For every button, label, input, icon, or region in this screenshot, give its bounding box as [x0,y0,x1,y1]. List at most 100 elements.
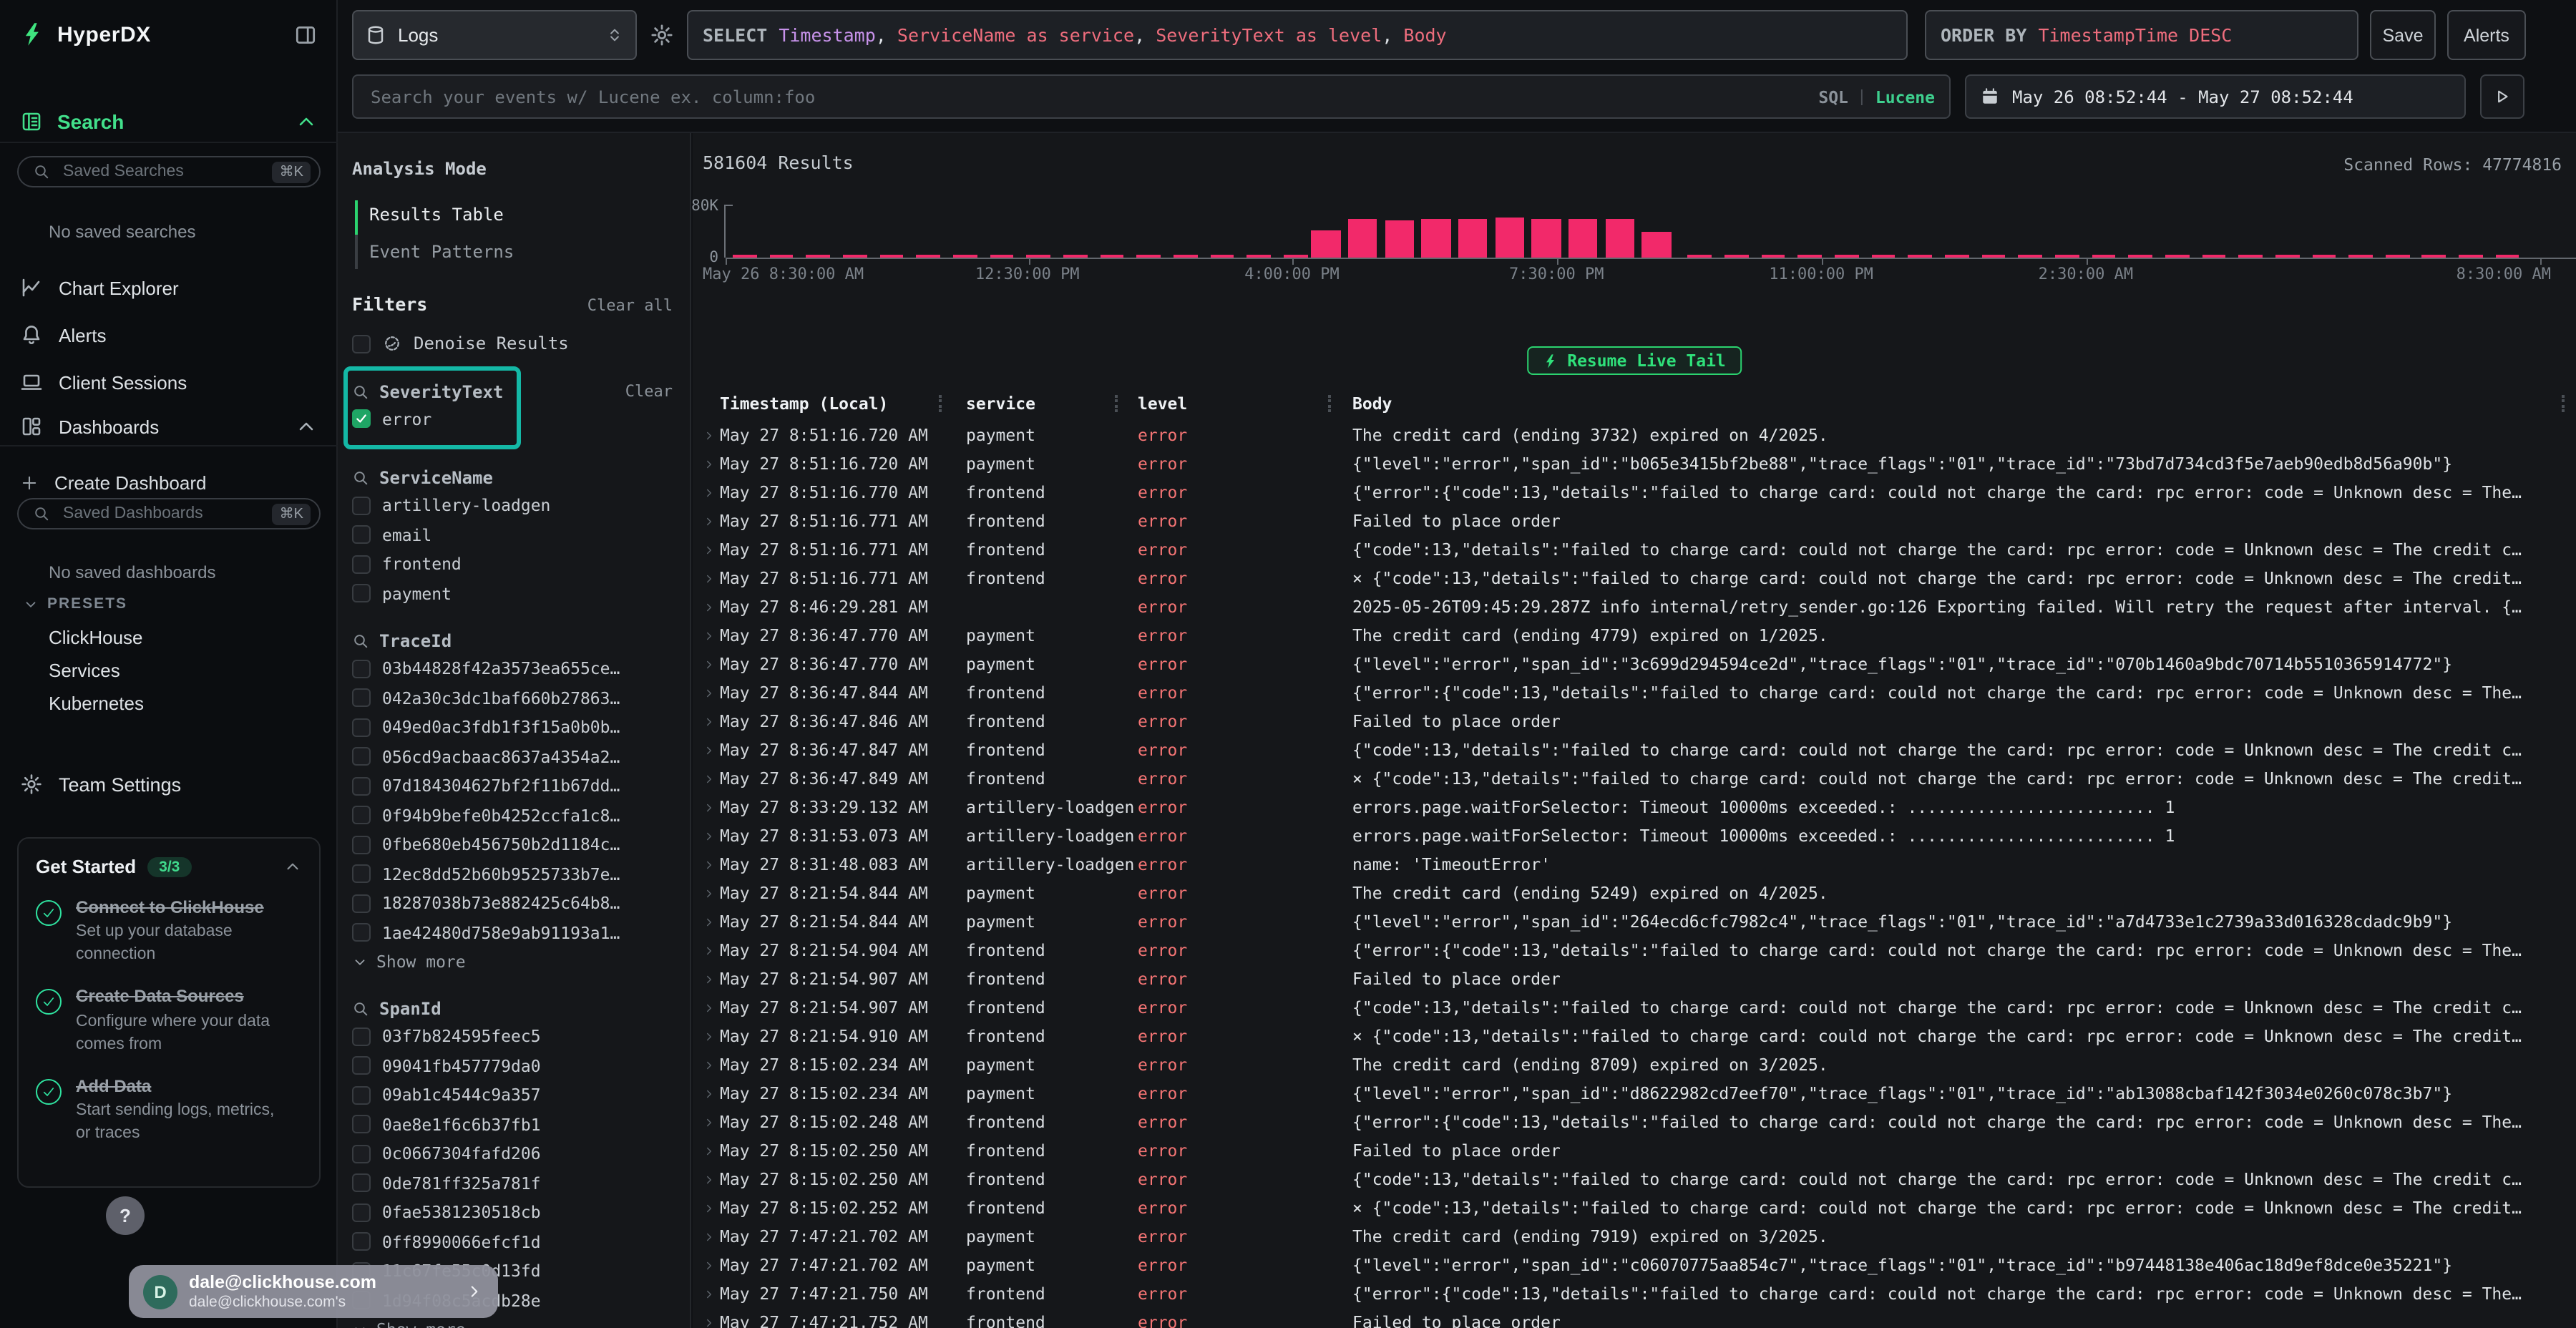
table-row[interactable]: May 27 8:15:02.250 AMfrontenderrorFailed… [693,1136,2576,1165]
event-search-input[interactable]: SQL | Lucene [352,74,1951,119]
row-expand-chevron-icon[interactable] [703,449,720,478]
get-started-item[interactable]: Create Data SourcesConfigure where your … [36,985,302,1056]
table-row[interactable]: May 27 7:47:21.750 AMfrontenderror{"erro… [693,1279,2576,1308]
table-row[interactable]: May 27 7:47:21.702 AMpaymenterror{"level… [693,1251,2576,1279]
filter-option[interactable]: error [352,404,673,434]
row-expand-chevron-icon[interactable] [703,821,720,850]
chevron-up-icon[interactable] [295,415,318,438]
row-expand-chevron-icon[interactable] [703,879,720,907]
col-timestamp[interactable]: Timestamp (Local) [720,389,966,418]
row-expand-chevron-icon[interactable] [703,1251,720,1279]
col-level[interactable]: level [1138,389,1352,418]
filter-checkbox[interactable] [352,1027,371,1046]
preset-item-clickhouse[interactable]: ClickHouse [49,627,143,648]
row-expand-chevron-icon[interactable] [703,621,720,650]
saved-dashboards-input[interactable]: ⌘K [17,498,321,529]
row-expand-chevron-icon[interactable] [703,1308,720,1328]
table-row[interactable]: May 27 8:21:54.844 AMpaymenterrorThe cre… [693,879,2576,907]
row-expand-chevron-icon[interactable] [703,535,720,564]
filter-option[interactable]: 0f94b9befe0b4252ccfa1c8… [352,801,673,830]
row-expand-chevron-icon[interactable] [703,1079,720,1108]
col-service[interactable]: service [966,389,1138,418]
select-query-input[interactable]: SELECT Timestamp, ServiceName as service… [687,10,1908,60]
preset-item-kubernetes[interactable]: Kubernetes [49,693,144,714]
table-row[interactable]: May 27 8:21:54.904 AMfrontenderror{"erro… [693,936,2576,965]
sidebar-item-chart-explorer[interactable]: Chart Explorer [0,266,338,309]
filter-option[interactable]: 0ae8e1f6c6b37fb1 [352,1110,673,1139]
show-more-button[interactable]: Show more [352,947,673,976]
row-expand-chevron-icon[interactable] [703,1165,720,1193]
filter-checkbox[interactable] [352,1115,371,1134]
column-resize-handle[interactable] [939,395,942,412]
filter-checkbox[interactable] [352,1233,371,1251]
filter-checkbox[interactable] [352,865,371,884]
row-expand-chevron-icon[interactable] [703,965,720,993]
table-row[interactable]: May 27 8:36:47.849 AMfrontenderror× {"co… [693,764,2576,793]
filter-option[interactable]: 1ae42480d758e9ab91193a1… [352,918,673,947]
row-expand-chevron-icon[interactable] [703,993,720,1022]
filter-checkbox[interactable] [352,894,371,913]
row-expand-chevron-icon[interactable] [703,1136,720,1165]
sql-mode-toggle[interactable]: SQL [1818,87,1848,107]
table-row[interactable]: May 27 8:36:47.846 AMfrontenderrorFailed… [693,707,2576,736]
source-settings-gear-icon[interactable] [650,23,674,47]
row-expand-chevron-icon[interactable] [703,421,720,449]
get-started-item[interactable]: Add DataStart sending logs, metrics, or … [36,1075,302,1146]
run-query-button[interactable] [2480,74,2524,119]
sidebar-item-dashboards[interactable]: Dashboards [0,405,338,448]
column-resize-handle[interactable] [2562,395,2565,412]
filter-option[interactable]: frontend [352,550,673,579]
filter-option[interactable]: 0de781ff325a781f [352,1168,673,1198]
table-row[interactable]: May 27 8:51:16.771 AMfrontenderror× {"co… [693,564,2576,592]
table-row[interactable]: May 27 8:36:47.770 AMpaymenterrorThe cre… [693,621,2576,650]
sidebar-item-alerts[interactable]: Alerts [0,313,338,356]
filter-checkbox[interactable] [352,1174,371,1193]
filter-option[interactable]: 042a30c3dc1baf660b27863… [352,683,673,713]
table-row[interactable]: May 27 8:15:02.234 AMpaymenterrorThe cre… [693,1050,2576,1079]
table-row[interactable]: May 27 7:47:21.752 AMfrontenderrorFailed… [693,1308,2576,1328]
table-row[interactable]: May 27 8:21:54.907 AMfrontenderror{"code… [693,993,2576,1022]
save-button[interactable]: Save [2370,10,2436,60]
table-row[interactable]: May 27 8:51:16.770 AMfrontenderror{"erro… [693,478,2576,507]
analysis-mode-event-patterns[interactable]: Event Patterns [369,233,673,270]
denoise-results-toggle[interactable]: Denoise Results [352,329,673,358]
row-expand-chevron-icon[interactable] [703,1022,720,1050]
help-button[interactable]: ? [106,1196,145,1235]
filter-checkbox[interactable] [352,924,371,942]
alerts-button[interactable]: Alerts [2447,10,2526,60]
resume-live-tail-button[interactable]: Resume Live Tail [1527,346,1742,375]
filter-option[interactable]: 0fbe680eb456750b2d1184c… [352,830,673,859]
filter-checkbox[interactable] [352,836,371,854]
filter-option[interactable]: 03b44828f42a3573ea655ce… [352,654,673,683]
row-expand-chevron-icon[interactable] [703,850,720,879]
get-started-header[interactable]: Get Started 3/3 [36,856,302,877]
saved-dashboards-field[interactable] [60,504,263,524]
clear-all-button[interactable]: Clear all [587,296,673,315]
table-row[interactable]: May 27 8:46:29.281 AMerror2025-05-26T09:… [693,592,2576,621]
table-row[interactable]: May 27 8:15:02.248 AMfrontenderror{"erro… [693,1108,2576,1136]
table-row[interactable]: May 27 8:36:47.770 AMpaymenterror{"level… [693,650,2576,678]
table-row[interactable]: May 27 8:21:54.910 AMfrontenderror× {"co… [693,1022,2576,1050]
row-expand-chevron-icon[interactable] [703,936,720,965]
filter-option[interactable]: 07d184304627bf2f11b67dd… [352,771,673,801]
filter-clear-button[interactable]: Clear [625,382,673,401]
filter-option[interactable]: 056cd9acbaac8637a4354a2… [352,742,673,771]
row-expand-chevron-icon[interactable] [703,1108,720,1136]
presets-toggle[interactable]: PRESETS [23,595,127,612]
filter-option[interactable]: artillery-loadgen [352,491,673,520]
preset-item-services[interactable]: Services [49,660,120,681]
sidebar-collapse-icon[interactable] [293,22,318,47]
column-resize-handle[interactable] [1328,395,1331,412]
filter-checkbox[interactable] [352,689,371,708]
user-menu-chip[interactable]: D dale@clickhouse.com dale@clickhouse.co… [129,1265,498,1318]
filter-checkbox[interactable] [352,1145,371,1163]
filter-option[interactable]: 0c0667304fafd206 [352,1139,673,1168]
denoise-checkbox[interactable] [352,335,371,353]
row-expand-chevron-icon[interactable] [703,507,720,535]
table-row[interactable]: May 27 8:36:47.847 AMfrontenderror{"code… [693,736,2576,764]
table-row[interactable]: May 27 8:31:48.083 AMartillery-loadgener… [693,850,2576,879]
table-row[interactable]: May 27 8:33:29.132 AMartillery-loadgener… [693,793,2576,821]
table-row[interactable]: May 27 8:51:16.720 AMpaymenterror{"level… [693,449,2576,478]
row-expand-chevron-icon[interactable] [703,1050,720,1079]
column-resize-handle[interactable] [1115,395,1118,412]
